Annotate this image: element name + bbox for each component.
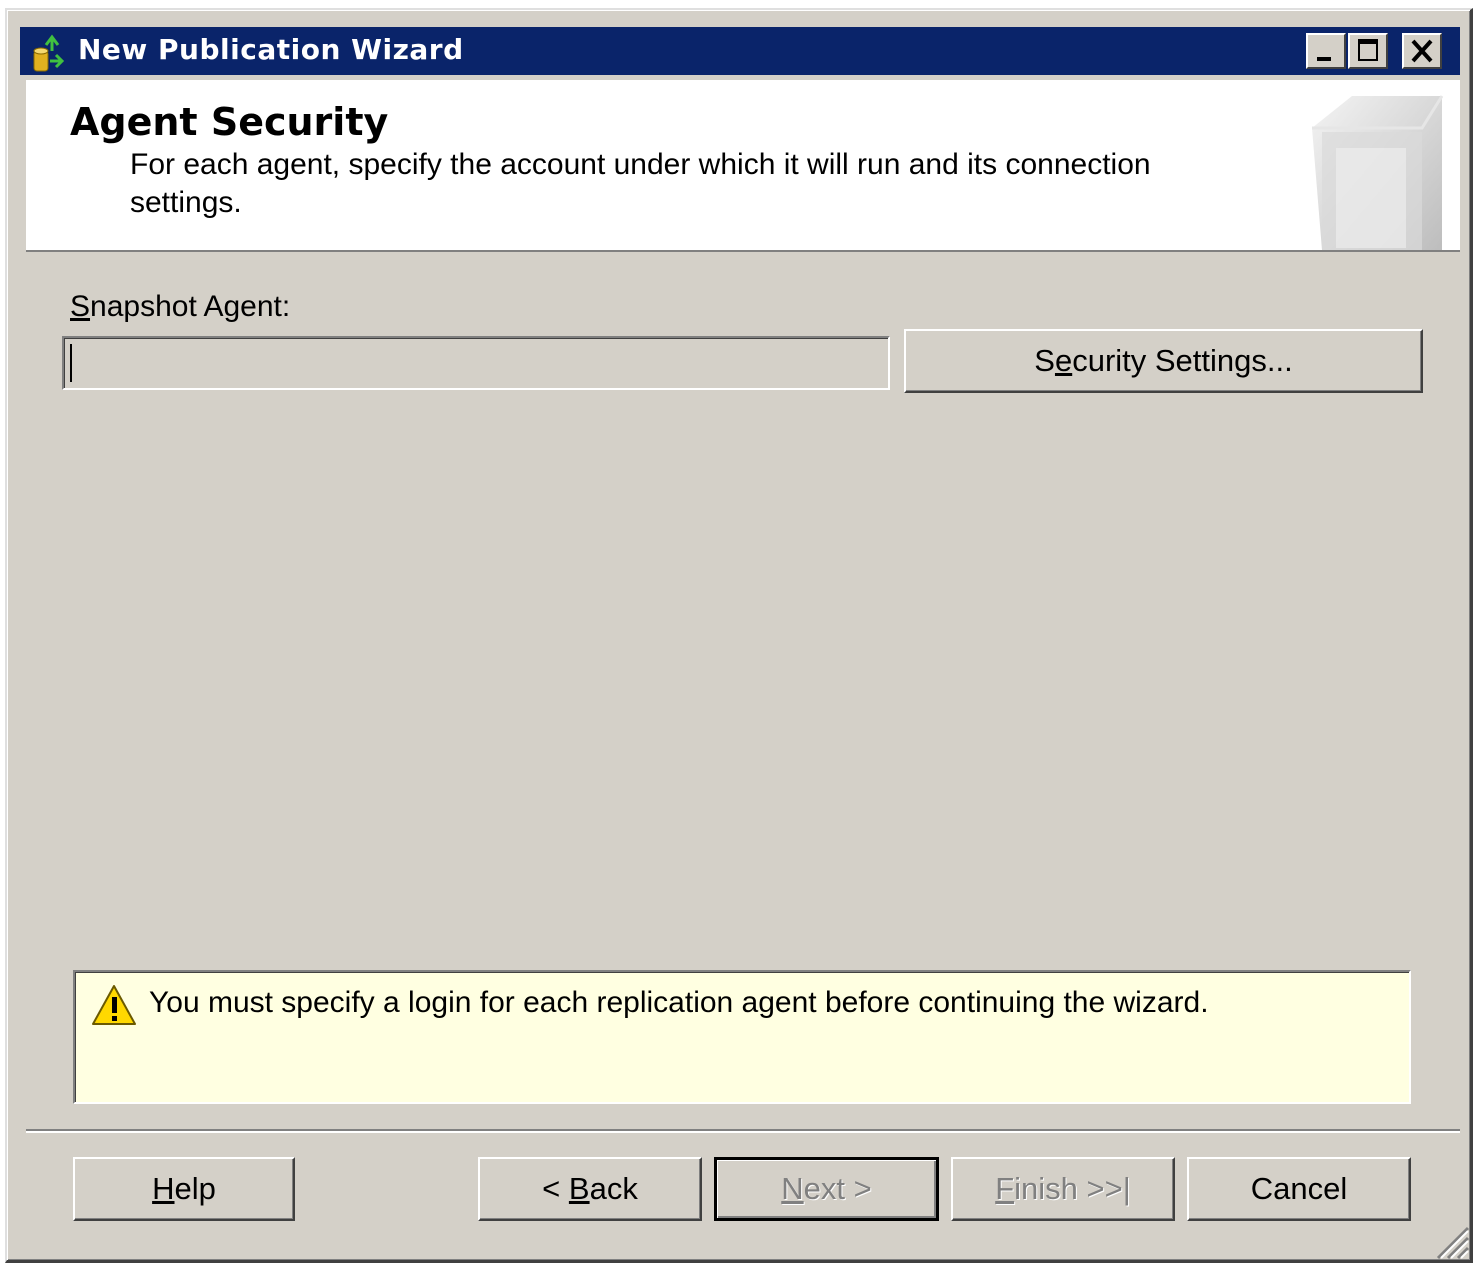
back-accesskey: B	[568, 1171, 590, 1206]
page-title: Agent Security	[70, 100, 389, 144]
back-label: ack	[589, 1171, 638, 1206]
help-label: elp	[174, 1171, 216, 1206]
cancel-label: Cancel	[1250, 1171, 1348, 1206]
next-button[interactable]: Next >	[714, 1157, 939, 1221]
minimize-icon	[1317, 57, 1331, 61]
footer-separator	[26, 1129, 1460, 1133]
snapshot-agent-label: Snapshot Agent:	[70, 290, 290, 324]
snapshot-agent-accesskey: S	[70, 290, 91, 323]
next-label: ext >	[803, 1171, 872, 1206]
help-button[interactable]: Help	[73, 1157, 295, 1221]
security-settings-button[interactable]: Se curity Settings...	[904, 329, 1423, 393]
warning-icon	[92, 985, 136, 1025]
replication-publication-icon	[33, 34, 65, 72]
maximize-button[interactable]	[1348, 33, 1388, 69]
back-arrow-text: <	[542, 1171, 569, 1206]
message-box: You must specify a login for each replic…	[73, 970, 1411, 1104]
maximize-icon	[1358, 39, 1378, 61]
title-bar[interactable]: New Publication Wizard	[20, 27, 1460, 75]
page-description: For each agent, specify the account unde…	[130, 148, 1151, 219]
minimize-button[interactable]	[1306, 33, 1346, 69]
snapshot-agent-label-text: napshot Agent:	[90, 290, 291, 323]
finish-label: inish >>|	[1014, 1171, 1131, 1206]
close-button[interactable]	[1402, 33, 1442, 69]
window-title: New Publication Wizard	[78, 33, 464, 66]
security-settings-label-start: S	[1034, 343, 1055, 378]
cancel-button[interactable]: Cancel	[1187, 1157, 1411, 1221]
resize-grip-icon[interactable]	[1430, 1220, 1470, 1260]
back-button[interactable]: < Back	[478, 1157, 702, 1221]
text-caret	[70, 344, 72, 382]
message-text: You must specify a login for each replic…	[149, 986, 1209, 1019]
security-settings-accesskey: e	[1054, 343, 1073, 378]
help-accesskey: H	[152, 1171, 175, 1206]
finish-button[interactable]: Finish >>|	[951, 1157, 1175, 1221]
security-settings-label-end: curity Settings...	[1072, 343, 1293, 378]
finish-accesskey: F	[995, 1171, 1015, 1206]
wizard-header: Agent Security For each agent, specify t…	[26, 80, 1460, 252]
next-accesskey: N	[781, 1171, 804, 1206]
snapshot-agent-field[interactable]	[62, 336, 890, 390]
close-icon	[1411, 39, 1433, 63]
wizard-banner-art	[1312, 95, 1444, 250]
